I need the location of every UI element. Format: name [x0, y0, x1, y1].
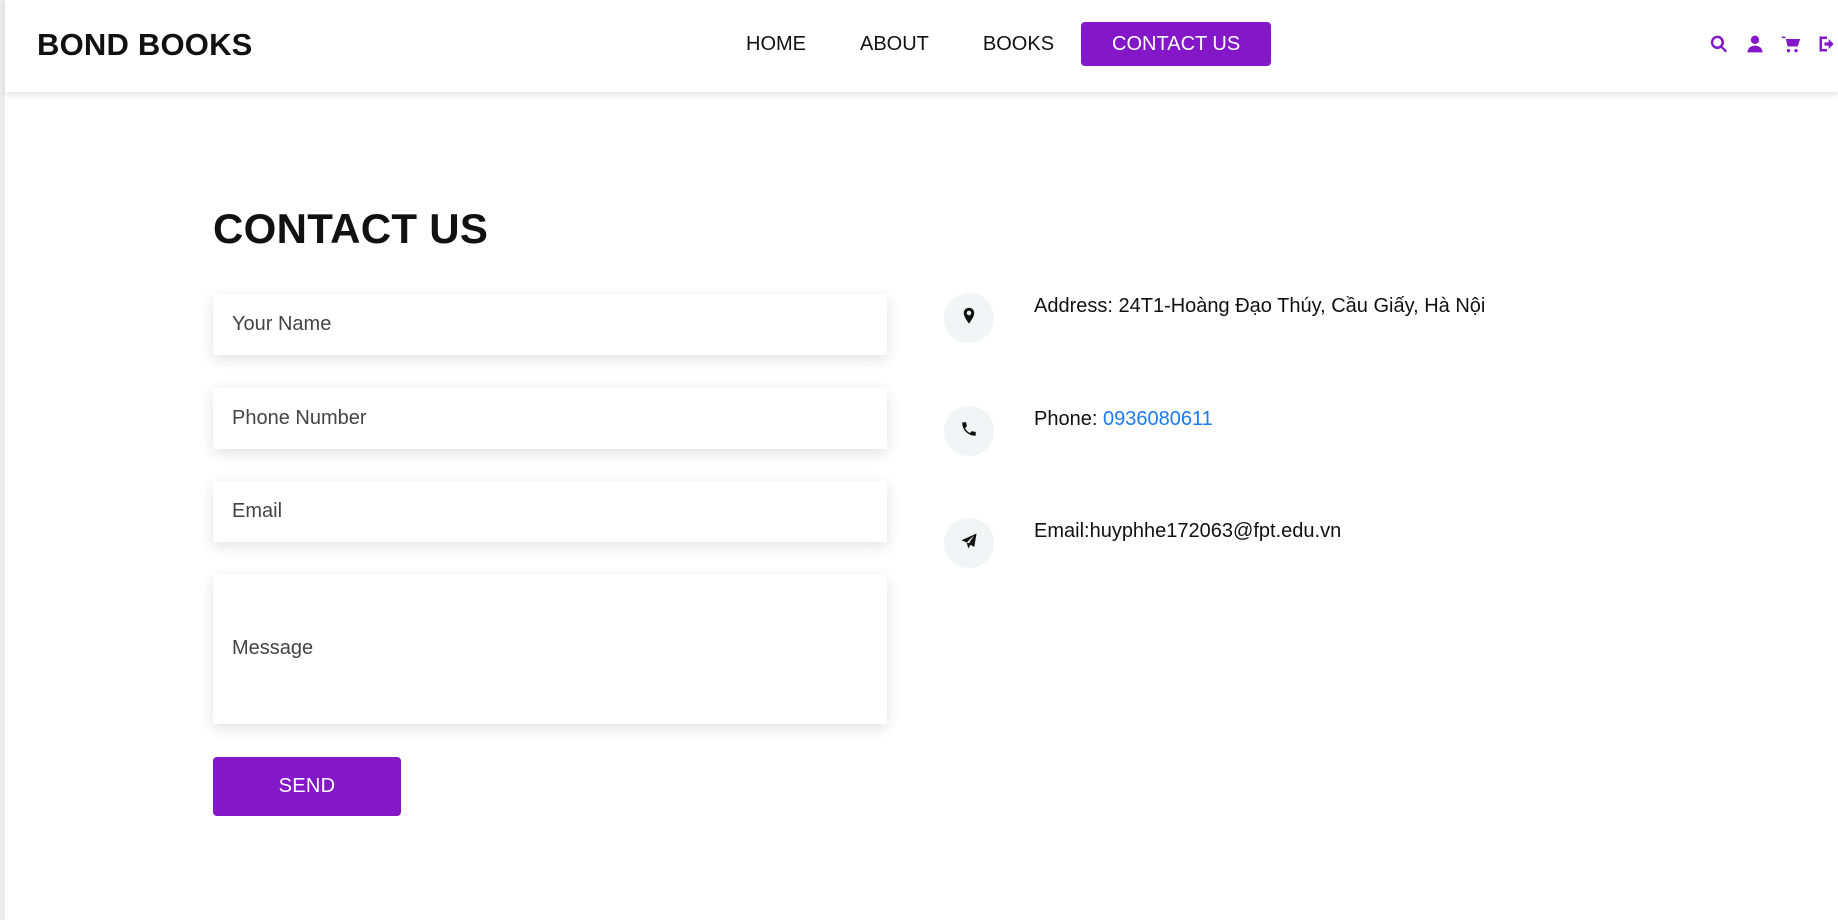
phone-row: Phone: 0936080611: [944, 406, 1213, 456]
email-icon-circle: [944, 518, 994, 568]
main-nav: HOME ABOUT BOOKS CONTACT US: [719, 22, 1272, 66]
phone-icon: [960, 420, 978, 443]
phone-icon-circle: [944, 406, 994, 456]
name-input[interactable]: [213, 294, 887, 355]
address-icon-circle: [944, 293, 994, 343]
page-left-edge: [0, 0, 5, 920]
phone-link[interactable]: 0936080611: [1103, 408, 1213, 430]
map-marker-icon: [960, 307, 978, 330]
site-header: BOND BOOKS HOME ABOUT BOOKS CONTACT US: [5, 0, 1838, 92]
site-logo[interactable]: BOND BOOKS: [37, 27, 253, 63]
address-text: Address: 24T1-Hoàng Đạo Thúy, Cầu Giấy, …: [1034, 295, 1486, 317]
logout-icon[interactable]: [1816, 33, 1838, 55]
nav-books[interactable]: BOOKS: [956, 22, 1081, 66]
nav-about[interactable]: ABOUT: [833, 22, 956, 66]
page-title: CONTACT US: [213, 205, 489, 252]
email-input[interactable]: [213, 481, 887, 542]
email-text: Email:huyphhe172063@fpt.edu.vn: [1034, 520, 1342, 542]
nav-contact-us[interactable]: CONTACT US: [1081, 22, 1272, 66]
phone-input[interactable]: [213, 388, 887, 449]
cart-icon[interactable]: [1780, 33, 1802, 55]
search-icon[interactable]: [1708, 33, 1730, 55]
message-input[interactable]: [213, 575, 887, 724]
phone-label: Phone:: [1034, 408, 1103, 430]
header-icons: [1694, 33, 1838, 55]
address-row: Address: 24T1-Hoàng Đạo Thúy, Cầu Giấy, …: [944, 293, 1485, 343]
paper-plane-icon: [960, 532, 978, 555]
phone-text: Phone: 0936080611: [1034, 407, 1213, 431]
user-icon[interactable]: [1744, 33, 1766, 55]
email-row: Email:huyphhe172063@fpt.edu.vn: [944, 518, 1341, 568]
send-button[interactable]: SEND: [213, 757, 401, 816]
nav-home[interactable]: HOME: [719, 22, 833, 66]
